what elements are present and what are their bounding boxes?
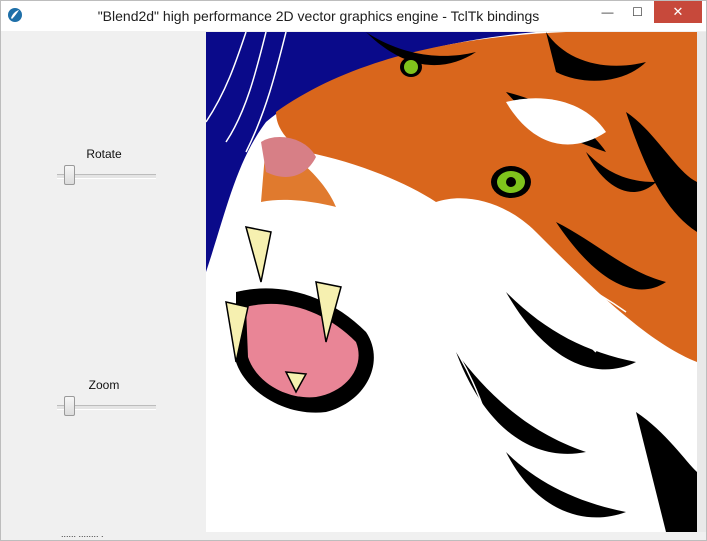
rotate-slider[interactable] xyxy=(57,165,156,185)
close-icon: ✕ xyxy=(672,4,684,19)
zoom-slider-thumb[interactable] xyxy=(64,396,76,416)
title-bar[interactable]: "Blend2d" high performance 2D vector gra… xyxy=(1,1,706,31)
rotate-label: Rotate xyxy=(86,147,122,161)
render-canvas[interactable] xyxy=(206,32,697,532)
tiger-eye-left xyxy=(404,60,418,74)
background-window-edge xyxy=(697,32,706,532)
close-button[interactable]: ✕ xyxy=(654,1,702,23)
minimize-button[interactable]: — xyxy=(593,1,622,23)
tcl-feather-icon xyxy=(8,8,22,22)
window-title: "Blend2d" high performance 2D vector gra… xyxy=(97,8,540,24)
rotate-slider-thumb[interactable] xyxy=(64,165,76,185)
app-window: "Blend2d" high performance 2D vector gra… xyxy=(0,0,707,541)
zoom-label: Zoom xyxy=(88,378,120,392)
tiger-pupil xyxy=(506,177,516,187)
tiger-illustration xyxy=(206,32,697,532)
maximize-button[interactable]: ☐ xyxy=(623,1,652,23)
background-text-fragment: ...... ........ . xyxy=(61,532,104,539)
zoom-slider[interactable] xyxy=(57,396,156,416)
control-panel: Rotate Zoom xyxy=(2,32,206,532)
background-window-bottom: ...... ........ . xyxy=(1,532,706,540)
